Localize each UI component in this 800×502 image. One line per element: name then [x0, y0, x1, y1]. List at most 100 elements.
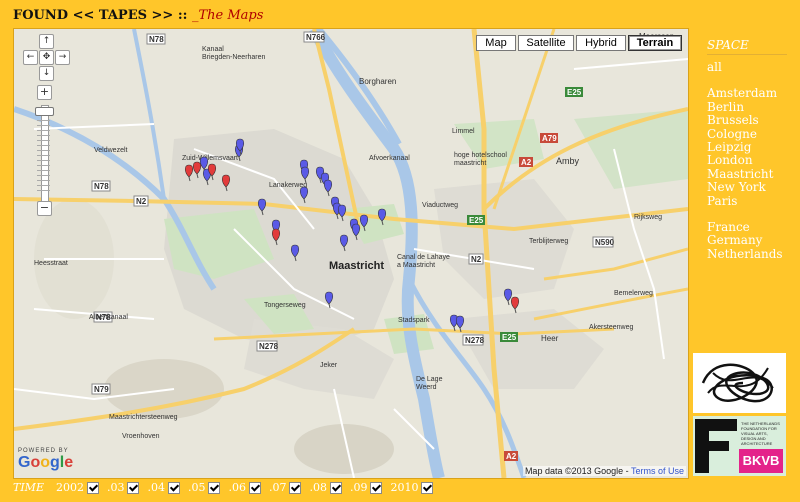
label-tongerseweg: Tongerseweg: [264, 302, 306, 309]
label-bemelerweg: Bemelerweg: [614, 290, 653, 297]
space-heading: SPACE: [707, 38, 787, 55]
label-jeker: Jeker: [320, 362, 338, 369]
pan-right-icon[interactable]: →: [55, 50, 70, 65]
year-2002[interactable]: 2002: [56, 481, 99, 494]
year-2008[interactable]: .08: [309, 481, 342, 494]
terms-of-use-link[interactable]: Terms of Use: [631, 466, 684, 476]
zoom-ticks: [37, 115, 50, 195]
city-berlin[interactable]: Berlin: [707, 100, 783, 114]
year-2007[interactable]: .07: [269, 481, 302, 494]
label-rijksweg: Rijksweg: [634, 214, 662, 221]
label-limmel: Limmel: [452, 128, 475, 135]
road-n2b-label: N2: [471, 255, 482, 264]
map-attribution: Map data ©2013 Google - Terms of Use: [522, 466, 686, 476]
label-vroenhoven: Vroenhoven: [122, 433, 160, 440]
year-2006[interactable]: .06: [228, 481, 261, 494]
year-2002-checkbox[interactable]: [86, 481, 99, 494]
city-list: all Amsterdam Berlin Brussels Cologne Le…: [707, 60, 783, 261]
year-2004[interactable]: .04: [147, 481, 180, 494]
country-netherlands[interactable]: Netherlands: [707, 247, 783, 261]
country-france[interactable]: France: [707, 220, 783, 234]
fonds-text: THE NETHERLANDS FOUNDATION FOR VISUAL AR…: [741, 421, 780, 446]
pan-up-icon[interactable]: ↑: [39, 34, 54, 49]
year-2004-checkbox[interactable]: [167, 481, 180, 494]
road-n2-label: N2: [136, 197, 147, 206]
year-2005[interactable]: .05: [188, 481, 221, 494]
map-type-control[interactable]: Map Satellite Hybrid Terrain: [474, 35, 682, 51]
city-new-york[interactable]: New York: [707, 180, 783, 194]
label-heer: Heer: [541, 334, 559, 343]
label-afvoerkanaal: Afvoerkanaal: [369, 155, 410, 162]
map-type-satellite[interactable]: Satellite: [518, 35, 574, 51]
year-2009[interactable]: .09: [350, 481, 383, 494]
label-maastrichtersteenweg: Maastrichtersteenweg: [109, 414, 178, 421]
tape-scribble-logo[interactable]: [693, 353, 786, 413]
country-germany[interactable]: Germany: [707, 234, 783, 248]
pan-left-icon[interactable]: ←: [23, 50, 38, 65]
road-e25-label: E25: [469, 216, 484, 225]
year-2006-checkbox[interactable]: [248, 481, 261, 494]
label-maastricht: Maastricht: [329, 260, 384, 272]
road-a79-label: A79: [542, 134, 557, 143]
time-label: TIME: [13, 481, 44, 494]
pan-down-icon[interactable]: ↓: [39, 66, 54, 81]
road-n278b-label: N278: [465, 336, 485, 345]
label-amby: Amby: [556, 156, 580, 166]
map-tiles[interactable]: N78 N766 N78 N2 E25 A2 A79 E25 N590 N2 N…: [14, 29, 688, 478]
road-e25c-label: E25: [502, 333, 517, 342]
city-amsterdam[interactable]: Amsterdam: [707, 86, 783, 100]
zoom-slider-handle[interactable]: [35, 107, 54, 116]
title-main: FOUND << TAPES >> ::: [13, 8, 192, 23]
filter-all[interactable]: all: [707, 60, 783, 74]
fonds-bkvb-logo[interactable]: THE NETHERLANDS FOUNDATION FOR VISUAL AR…: [693, 416, 786, 476]
city-brussels[interactable]: Brussels: [707, 113, 783, 127]
page-title: FOUND << TAPES >> :: _The Maps: [13, 8, 263, 23]
attribution-text: Map data ©2013 Google -: [524, 466, 631, 476]
label-heesstraat: Heesstraat: [34, 260, 68, 267]
pan-center-icon[interactable]: ✥: [39, 50, 54, 65]
year-2007-checkbox[interactable]: [289, 481, 302, 494]
map-type-terrain[interactable]: Terrain: [628, 35, 682, 51]
city-london[interactable]: London: [707, 154, 783, 168]
zoom-out-button[interactable]: −: [37, 201, 52, 216]
city-maastricht[interactable]: Maastricht: [707, 167, 783, 181]
label-akersteenweg: Akersteenweg: [589, 324, 633, 331]
tape-scribble-icon: [701, 363, 774, 403]
road-n278-label: N278: [259, 342, 279, 351]
label-terblijterweg: Terblijterweg: [529, 238, 568, 245]
road-n78b-label: N78: [94, 182, 109, 191]
pan-control[interactable]: ↑ ← ✥ → ↓: [21, 34, 71, 84]
zoom-in-button[interactable]: +: [37, 85, 52, 100]
map-canvas[interactable]: N78 N766 N78 N2 E25 A2 A79 E25 N590 N2 N…: [13, 28, 689, 479]
year-2008-checkbox[interactable]: [329, 481, 342, 494]
year-2010[interactable]: 2010: [390, 481, 434, 494]
label-albertkanaal: Albertkanaal: [89, 314, 128, 321]
city-cologne[interactable]: Cologne: [707, 127, 783, 141]
road-a2b-label: A2: [506, 452, 517, 461]
road-a2-label: A2: [521, 158, 532, 167]
label-veldwezelt: Veldwezelt: [94, 147, 128, 154]
city-leipzig[interactable]: Leipzig: [707, 140, 783, 154]
year-2010-checkbox[interactable]: [421, 481, 434, 494]
map-type-hybrid[interactable]: Hybrid: [576, 35, 626, 51]
road-n590-label: N590: [595, 238, 615, 247]
city-paris[interactable]: Paris: [707, 194, 783, 208]
map-type-map[interactable]: Map: [476, 35, 516, 51]
f-letter-icon: [695, 419, 737, 473]
road-n78-label: N78: [149, 35, 164, 44]
road-n79-label: N79: [94, 385, 109, 394]
road-n766-label: N766: [306, 33, 326, 42]
google-wordmark: Google: [18, 454, 74, 471]
label-zuid-willemsvaart: Zuid-Willemsvaart: [182, 155, 238, 162]
year-2005-checkbox[interactable]: [208, 481, 221, 494]
time-filter-bar: TIME 2002 .03 .04 .05 .06 .07 .08 .09 20…: [13, 481, 441, 494]
label-stadspark: Stadspark: [398, 317, 430, 324]
year-2003[interactable]: .03: [107, 481, 140, 494]
google-logo: POWERED BY Google: [18, 448, 73, 472]
label-borgharen: Borgharen: [359, 77, 396, 86]
year-2009-checkbox[interactable]: [370, 481, 383, 494]
label-viaductweg: Viaductweg: [422, 202, 458, 209]
bkvb-badge: BKVB: [739, 449, 783, 473]
year-2003-checkbox[interactable]: [127, 481, 140, 494]
road-e25b-label: E25: [567, 88, 582, 97]
